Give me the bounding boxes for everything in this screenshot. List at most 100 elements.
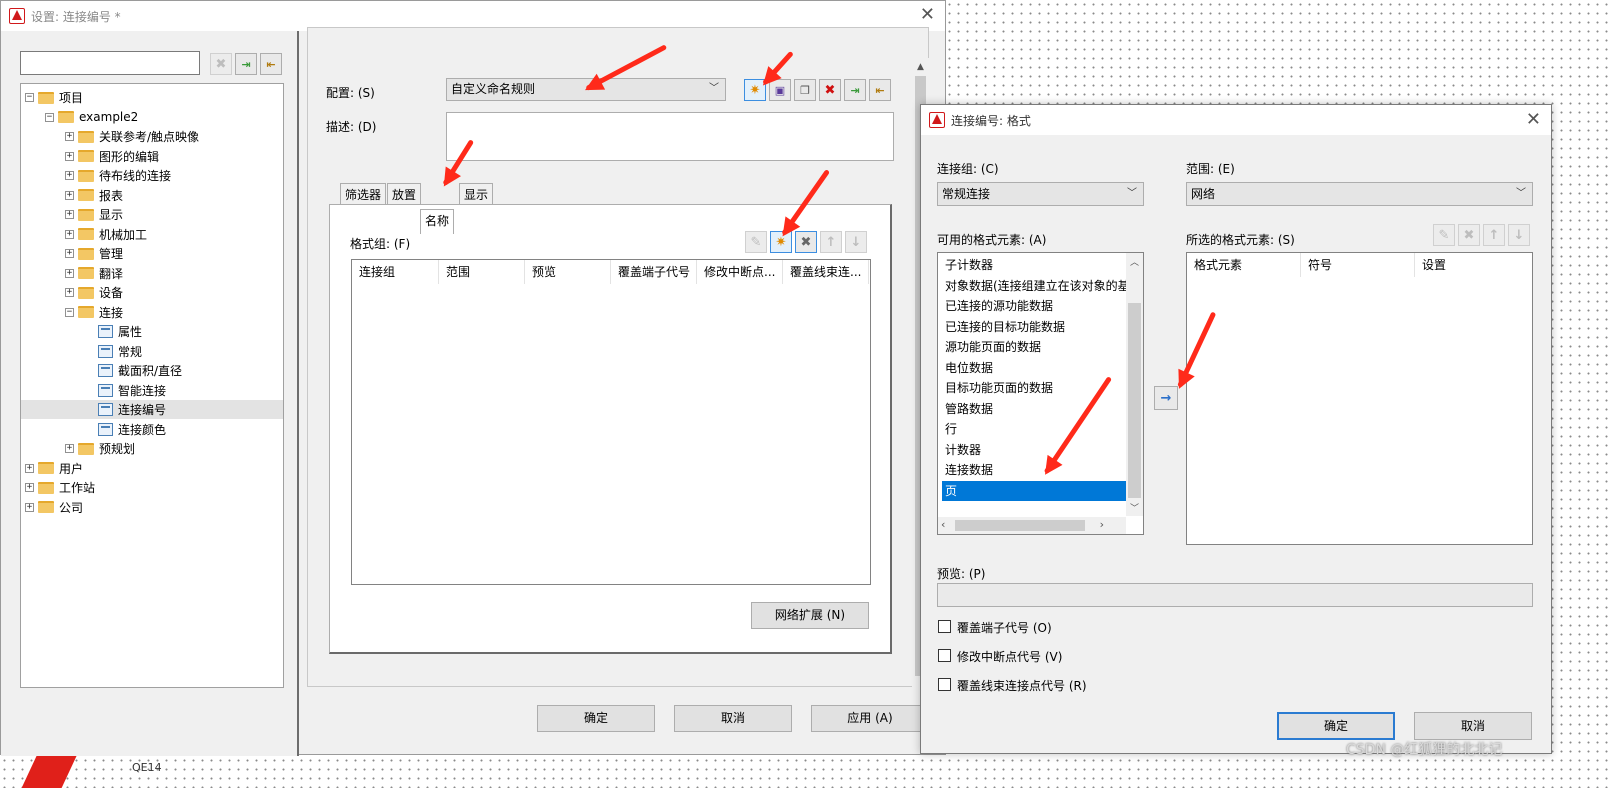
expand-icon[interactable]: + xyxy=(65,444,74,453)
close-icon[interactable]: ✕ xyxy=(1526,111,1541,129)
range-select[interactable]: 网络 ﹀ xyxy=(1186,182,1533,206)
list-scrollbar-vertical[interactable]: ︿ ﹀ xyxy=(1126,253,1143,516)
tree-item[interactable]: 连接编号 xyxy=(21,400,283,419)
ok-button[interactable]: 确定 xyxy=(537,705,655,732)
config-import-button[interactable]: ⇥ xyxy=(844,79,866,101)
tree-item[interactable]: 截面积/直径 xyxy=(21,361,283,380)
tree-item[interactable]: + 翻译 xyxy=(21,264,283,283)
tree-item[interactable]: + 关联参考/触点映像 xyxy=(21,127,283,146)
format-ok-button[interactable]: 确定 xyxy=(1277,712,1395,740)
list-scrollbar-horizontal[interactable]: ‹ › xyxy=(938,517,1126,534)
table-column-header[interactable]: 符号 xyxy=(1301,253,1415,277)
override-harness-checkbox[interactable] xyxy=(938,678,951,691)
tree-item[interactable]: 常规 xyxy=(21,342,283,361)
expand-icon[interactable]: + xyxy=(25,483,34,492)
collapse-icon[interactable]: − xyxy=(25,93,34,102)
sel-edit-button[interactable]: ✎ xyxy=(1433,224,1455,246)
tab-filter[interactable]: 筛选器 xyxy=(340,183,387,205)
table-column-header[interactable]: 格式元素 xyxy=(1187,253,1301,277)
tree-item[interactable]: + 公司 xyxy=(21,498,283,517)
collapse-icon[interactable]: − xyxy=(65,307,74,317)
format-delete-button[interactable]: ✖ xyxy=(795,231,817,253)
override-terminal-checkbox[interactable] xyxy=(938,620,951,633)
scroll-down-icon[interactable]: ﹀ xyxy=(1130,501,1139,514)
tree-item[interactable]: + 显示 xyxy=(21,205,283,224)
expand-icon[interactable]: + xyxy=(65,151,74,161)
format-edit-button[interactable]: ✎ xyxy=(745,231,767,253)
list-item[interactable]: 电位数据 xyxy=(942,358,1126,378)
format-move-down-button[interactable]: ↓ xyxy=(845,231,867,253)
format-move-up-button[interactable]: ↑ xyxy=(820,231,842,253)
expand-icon[interactable]: + xyxy=(65,249,74,258)
list-item[interactable]: 行 xyxy=(942,419,1126,439)
scroll-up-icon[interactable]: ︿ xyxy=(1130,255,1139,268)
expand-icon[interactable]: + xyxy=(65,268,74,278)
tree-item[interactable]: 属性 xyxy=(21,322,283,341)
expand-icon[interactable]: + xyxy=(65,210,74,219)
tree-item[interactable]: + 机械加工 xyxy=(21,225,283,244)
list-item[interactable]: 管路数据 xyxy=(942,399,1126,419)
sel-move-up-button[interactable]: ↑ xyxy=(1483,224,1505,246)
scroll-left-icon[interactable]: ‹ xyxy=(941,518,945,531)
tree-delete-button[interactable]: ✖ xyxy=(210,53,232,75)
config-delete-button[interactable]: ✖ xyxy=(819,79,841,101)
collapse-icon[interactable]: − xyxy=(45,112,54,122)
tree-item[interactable]: + 报表 xyxy=(21,186,283,205)
tree-export-button[interactable]: ⇤ xyxy=(260,53,282,75)
tree-item[interactable]: − example2 xyxy=(21,108,283,127)
tree-item[interactable]: + 图形的编辑 xyxy=(21,147,283,166)
format-cancel-button[interactable]: 取消 xyxy=(1414,712,1532,740)
tree-item[interactable]: + 待布线的连接 xyxy=(21,166,283,185)
available-elements-list[interactable]: 子计数器 对象数据(连接组建立在该对象的基 已连接的源功能数据 已连接的目标功能数据源… xyxy=(937,252,1144,535)
add-element-arrow-icon[interactable]: → xyxy=(1154,386,1178,410)
sel-move-down-button[interactable]: ↓ xyxy=(1508,224,1530,246)
scroll-up-icon[interactable]: ▲ xyxy=(917,62,924,72)
tree-item[interactable]: 智能连接 xyxy=(21,381,283,400)
tree-item[interactable]: + 预规划 xyxy=(21,439,283,458)
connection-group-select[interactable]: 常规连接 ﹀ xyxy=(937,182,1144,206)
list-item[interactable]: 连接数据 xyxy=(942,460,1126,480)
tab-placement[interactable]: 放置 xyxy=(387,183,422,205)
apply-button[interactable]: 应用 (A) xyxy=(811,705,929,732)
list-item[interactable]: 计数器 xyxy=(942,440,1126,460)
tree-item[interactable]: − 项目 xyxy=(21,88,283,107)
list-item[interactable]: 对象数据(连接组建立在该对象的基 xyxy=(942,276,1126,296)
table-column-header[interactable]: 设置 xyxy=(1415,253,1531,277)
table-column-header[interactable]: 修改中断点... xyxy=(697,260,783,284)
tab-name[interactable]: 名称 xyxy=(420,209,455,234)
cancel-button[interactable]: 取消 xyxy=(674,705,792,732)
table-column-header[interactable]: 覆盖线束连... xyxy=(783,260,869,284)
expand-icon[interactable]: + xyxy=(65,132,74,141)
expand-icon[interactable]: + xyxy=(65,190,74,200)
expand-icon[interactable]: + xyxy=(25,502,34,512)
tree-item[interactable]: 连接颜色 xyxy=(21,420,283,439)
table-column-header[interactable]: 覆盖端子代号 xyxy=(611,260,697,284)
tree-item[interactable]: + 用户 xyxy=(21,459,283,478)
network-expand-button[interactable]: 网络扩展 (N) xyxy=(751,602,869,629)
tree-item[interactable]: + 管理 xyxy=(21,244,283,263)
list-item[interactable]: 已连接的源功能数据 xyxy=(942,296,1126,316)
tree-search-input[interactable] xyxy=(20,51,200,75)
tree-item[interactable]: + 工作站 xyxy=(21,478,283,497)
tree-import-button[interactable]: ⇥ xyxy=(235,53,257,75)
tree-item[interactable]: − 连接 xyxy=(21,303,283,322)
expand-icon[interactable]: + xyxy=(65,229,74,239)
list-item[interactable]: 子计数器 xyxy=(942,255,1126,275)
splitter[interactable] xyxy=(297,31,299,756)
table-column-header[interactable]: 范围 xyxy=(439,260,525,284)
list-item[interactable]: 页 xyxy=(942,480,1126,501)
table-column-header[interactable]: 预览 xyxy=(525,260,611,284)
expand-icon[interactable]: + xyxy=(25,463,34,473)
scroll-right-icon[interactable]: › xyxy=(1100,518,1104,531)
list-item[interactable]: 已连接的目标功能数据 xyxy=(942,317,1126,337)
close-icon[interactable]: ✕ xyxy=(920,6,935,24)
config-export-button[interactable]: ⇤ xyxy=(869,79,891,101)
scrollbar-thumb[interactable] xyxy=(955,520,1085,531)
tree-item[interactable]: + 设备 xyxy=(21,283,283,302)
sel-delete-button[interactable]: ✖ xyxy=(1458,224,1480,246)
modify-interruption-checkbox[interactable] xyxy=(938,649,951,662)
expand-icon[interactable]: + xyxy=(65,288,74,297)
config-copy-button[interactable]: ❐ xyxy=(794,79,816,101)
table-column-header[interactable]: 连接组 xyxy=(352,260,439,284)
tab-display[interactable]: 显示 xyxy=(459,183,494,205)
